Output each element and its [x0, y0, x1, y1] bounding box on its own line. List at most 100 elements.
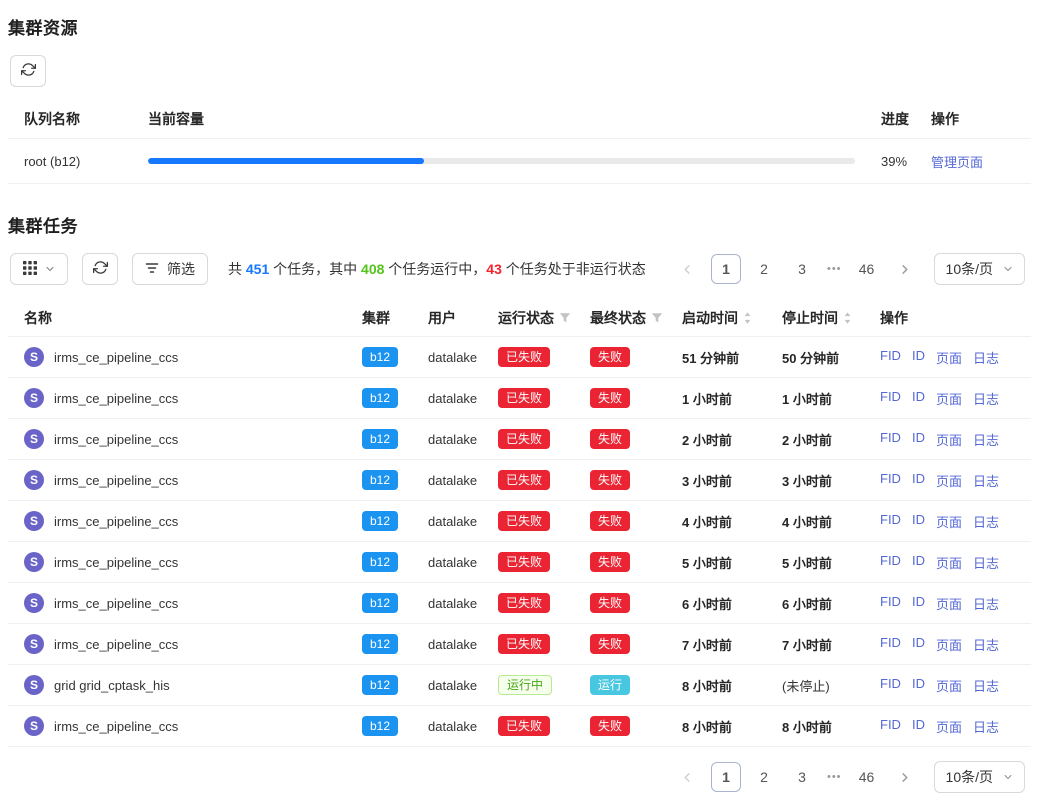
col-header-user: 用户: [428, 308, 498, 328]
chevron-down-icon: [1003, 772, 1013, 782]
action-link-id[interactable]: ID: [912, 676, 925, 695]
task-name-cell: Sirms_ce_pipeline_ccs: [24, 593, 362, 613]
action-link-日志[interactable]: 日志: [973, 512, 999, 531]
action-link-日志[interactable]: 日志: [973, 594, 999, 613]
action-link-id[interactable]: ID: [912, 348, 925, 367]
run-status-badge: 已失败: [498, 388, 550, 408]
action-link-fid[interactable]: FID: [880, 471, 901, 490]
action-link-日志[interactable]: 日志: [973, 348, 999, 367]
action-link-id[interactable]: ID: [912, 512, 925, 531]
action-link-fid[interactable]: FID: [880, 594, 901, 613]
action-link-页面[interactable]: 页面: [936, 471, 962, 490]
pagination-page-1[interactable]: 1: [711, 254, 741, 284]
task-name-cell: Sirms_ce_pipeline_ccs: [24, 552, 362, 572]
cluster-resources-section: 集群资源 队列名称 当前容量 进度 操作 root (b12): [8, 14, 1031, 184]
action-link-fid[interactable]: FID: [880, 676, 901, 695]
col-header-current-capacity: 当前容量: [148, 109, 881, 129]
sorter-icon[interactable]: [743, 311, 752, 325]
run-status-cell: 已失败: [498, 716, 590, 736]
action-link-id[interactable]: ID: [912, 717, 925, 736]
action-link-fid[interactable]: FID: [880, 635, 901, 654]
action-link-页面[interactable]: 页面: [936, 348, 962, 367]
action-link-日志[interactable]: 日志: [973, 676, 999, 695]
refresh-resources-button[interactable]: [10, 55, 46, 87]
manage-page-link[interactable]: 管理页面: [931, 155, 983, 170]
action-link-日志[interactable]: 日志: [973, 717, 999, 736]
action-link-页面[interactable]: 页面: [936, 389, 962, 408]
task-user: datalake: [428, 514, 498, 529]
run-status-badge: 已失败: [498, 470, 550, 490]
table-row: Sirms_ce_pipeline_ccsb12datalake已失败失败3 小…: [8, 460, 1031, 501]
final-status-cell: 失败: [590, 552, 682, 572]
action-link-id[interactable]: ID: [912, 430, 925, 449]
action-link-id[interactable]: ID: [912, 389, 925, 408]
action-link-id[interactable]: ID: [912, 635, 925, 654]
run-status-cell: 运行中: [498, 675, 590, 695]
pagination-next-button[interactable]: [890, 254, 920, 284]
action-link-fid[interactable]: FID: [880, 717, 901, 736]
filter-icon[interactable]: [651, 312, 663, 324]
action-link-页面[interactable]: 页面: [936, 594, 962, 613]
stop-time: 6 小时前: [782, 594, 880, 613]
pagination-page-1[interactable]: 1: [711, 762, 741, 792]
cluster-tasks-title: 集群任务: [8, 212, 1031, 237]
action-link-页面[interactable]: 页面: [936, 676, 962, 695]
action-link-日志[interactable]: 日志: [973, 430, 999, 449]
action-link-页面[interactable]: 页面: [936, 512, 962, 531]
pagination-prev-button[interactable]: [673, 254, 703, 284]
cluster-badge: b12: [362, 388, 398, 408]
stop-time: 2 小时前: [782, 430, 880, 449]
run-status-badge: 已失败: [498, 429, 550, 449]
capacity-cell: [148, 158, 881, 164]
spark-avatar-icon: S: [24, 675, 44, 695]
pagination-page-3[interactable]: 3: [787, 762, 817, 792]
table-row: Sgrid grid_cptask_hisb12datalake运行中运行8 小…: [8, 665, 1031, 706]
pagination-page-3[interactable]: 3: [787, 254, 817, 284]
pagination-page-46[interactable]: 46: [852, 254, 882, 284]
action-link-页面[interactable]: 页面: [936, 717, 962, 736]
action-link-id[interactable]: ID: [912, 471, 925, 490]
run-status-cell: 已失败: [498, 634, 590, 654]
refresh-tasks-button[interactable]: [82, 253, 118, 285]
action-link-日志[interactable]: 日志: [973, 553, 999, 572]
run-status-badge: 已失败: [498, 552, 550, 572]
task-cluster-cell: b12: [362, 716, 428, 736]
refresh-icon: [93, 260, 108, 278]
column-settings-button[interactable]: [10, 253, 68, 285]
action-link-页面[interactable]: 页面: [936, 553, 962, 572]
action-link-fid[interactable]: FID: [880, 553, 901, 572]
action-link-日志[interactable]: 日志: [973, 389, 999, 408]
col-header-name: 名称: [24, 308, 362, 328]
stop-time: 50 分钟前: [782, 348, 880, 367]
start-time: 4 小时前: [682, 512, 782, 531]
final-status-cell: 运行: [590, 675, 682, 695]
pagination-page-2[interactable]: 2: [749, 762, 779, 792]
action-link-页面[interactable]: 页面: [936, 635, 962, 654]
pagination-prev-button[interactable]: [673, 762, 703, 792]
action-link-id[interactable]: ID: [912, 594, 925, 613]
action-link-id[interactable]: ID: [912, 553, 925, 572]
action-link-fid[interactable]: FID: [880, 512, 901, 531]
page-size-select[interactable]: 10条/页: [934, 761, 1025, 793]
action-link-fid[interactable]: FID: [880, 430, 901, 449]
task-actions-cell: FID ID 页面日志: [880, 676, 1015, 695]
filter-button[interactable]: 筛选: [132, 253, 208, 285]
final-status-badge: 失败: [590, 511, 630, 531]
chevron-down-icon: [1003, 264, 1013, 274]
tasks-table-body: Sirms_ce_pipeline_ccsb12datalake已失败失败51 …: [8, 337, 1031, 747]
filter-icon[interactable]: [559, 312, 571, 324]
pagination-page-2[interactable]: 2: [749, 254, 779, 284]
action-link-fid[interactable]: FID: [880, 348, 901, 367]
action-link-页面[interactable]: 页面: [936, 430, 962, 449]
action-link-fid[interactable]: FID: [880, 389, 901, 408]
sorter-icon[interactable]: [843, 311, 852, 325]
action-link-日志[interactable]: 日志: [973, 471, 999, 490]
pagination-page-46[interactable]: 46: [852, 762, 882, 792]
page-size-select[interactable]: 10条/页: [934, 253, 1025, 285]
task-name: irms_ce_pipeline_ccs: [54, 514, 178, 529]
cluster-tasks-section: 集群任务 筛选 共 45: [8, 212, 1031, 793]
action-link-日志[interactable]: 日志: [973, 635, 999, 654]
task-name: irms_ce_pipeline_ccs: [54, 555, 178, 570]
pagination-next-button[interactable]: [890, 762, 920, 792]
start-time: 51 分钟前: [682, 348, 782, 367]
